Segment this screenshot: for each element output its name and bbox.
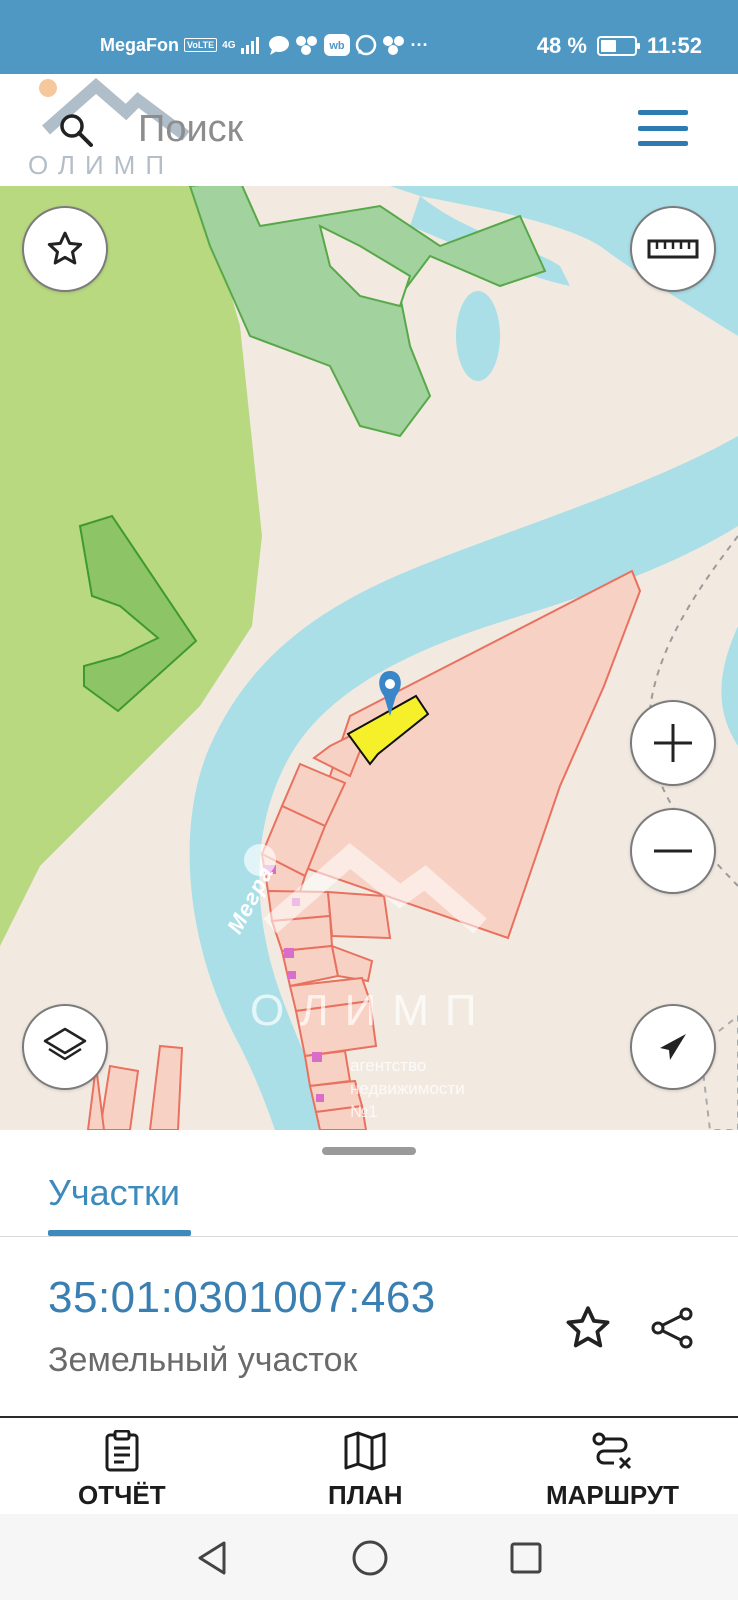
wb-app-icon: wb — [323, 34, 350, 56]
search-input[interactable]: Поиск — [138, 108, 243, 151]
watermark-text-center: ОЛИМП — [250, 986, 493, 1035]
watermark-subtitle-3: №1 — [350, 1102, 378, 1121]
back-button[interactable] — [190, 1536, 234, 1580]
action-bar: ОТЧЁТ ПЛАН МАРШРУТ — [0, 1418, 738, 1514]
parcel-cadastral-number[interactable]: 35:01:0301007:463 — [48, 1273, 436, 1323]
battery-icon — [596, 36, 640, 56]
plus-icon — [654, 724, 692, 762]
search-icon[interactable] — [58, 112, 94, 148]
home-circle-icon — [352, 1540, 388, 1576]
star-icon — [47, 231, 83, 265]
app-dots-icon — [295, 36, 317, 55]
star-icon — [566, 1306, 610, 1348]
hamburger-menu-icon[interactable] — [638, 110, 688, 146]
bottom-sheet[interactable]: Участки 35:01:0301007:463 Земельный учас… — [0, 1130, 738, 1418]
clipboard-icon — [105, 1430, 139, 1472]
ruler-icon — [647, 239, 699, 259]
route-icon — [592, 1432, 632, 1470]
chat-icon — [268, 36, 289, 55]
report-button[interactable]: ОТЧЁТ — [78, 1430, 166, 1511]
status-left: MegaFon VoLTE 4G wb ··· — [100, 34, 429, 56]
clock: 11:52 — [646, 33, 702, 58]
parcel-type: Земельный участок — [48, 1341, 358, 1379]
watermark-subtitle-1: агентство — [350, 1056, 427, 1075]
report-label: ОТЧЁТ — [78, 1480, 166, 1510]
search-bar[interactable]: ОЛИМП Поиск — [10, 78, 728, 180]
route-button[interactable]: МАРШРУТ — [546, 1430, 679, 1511]
plan-label: ПЛАН — [328, 1480, 403, 1510]
system-nav-bar — [0, 1514, 738, 1600]
battery-percent: 48 % — [536, 33, 587, 58]
back-triangle-icon — [198, 1541, 226, 1575]
carrier-name: MegaFon — [100, 34, 179, 55]
recents-square-icon — [510, 1542, 542, 1574]
zoom-out-button[interactable] — [630, 808, 716, 894]
svg-text:wb: wb — [328, 40, 345, 52]
ruler-button[interactable] — [630, 206, 716, 292]
my-location-button[interactable] — [630, 1004, 716, 1090]
share-parcel-button[interactable] — [644, 1300, 700, 1356]
favorite-parcel-button[interactable] — [560, 1300, 616, 1356]
layers-icon — [43, 1027, 87, 1061]
signal-icon — [240, 37, 259, 54]
recents-button[interactable] — [504, 1536, 548, 1580]
plan-button[interactable]: ПЛАН — [328, 1430, 402, 1511]
map-view[interactable]: ОЛИМП агентство недвижимости №1 Мегра — [0, 186, 738, 1130]
status-right: 48 % 11:52 — [537, 33, 702, 59]
watermark-subtitle: агентство недвижимости №1 — [350, 1054, 465, 1123]
status-bar: MegaFon VoLTE 4G wb ··· 48 % 11:52 — [0, 0, 738, 74]
layers-button[interactable] — [22, 1004, 108, 1090]
network-type: 4G — [222, 39, 236, 51]
volte-badge: VoLTE — [184, 38, 218, 52]
route-label: МАРШРУТ — [546, 1480, 679, 1510]
sheet-drag-handle[interactable] — [322, 1147, 416, 1155]
tab-divider — [0, 1236, 738, 1237]
favorites-button[interactable] — [22, 206, 108, 292]
home-button[interactable] — [348, 1536, 392, 1580]
pond — [456, 291, 500, 381]
navigation-arrow-icon — [660, 1034, 686, 1060]
share-icon — [651, 1307, 693, 1349]
watermark-subtitle-2: недвижимости — [350, 1079, 465, 1098]
whatsapp-icon — [355, 34, 376, 56]
zoom-in-button[interactable] — [630, 700, 716, 786]
more-notifications-icon: ··· — [410, 34, 429, 55]
tab-parcels[interactable]: Участки — [48, 1172, 180, 1214]
app-dots-icon-2 — [382, 36, 404, 55]
minus-icon — [654, 849, 692, 853]
map-icon — [344, 1431, 386, 1471]
watermark-text-top: ОЛИМП — [28, 150, 175, 180]
